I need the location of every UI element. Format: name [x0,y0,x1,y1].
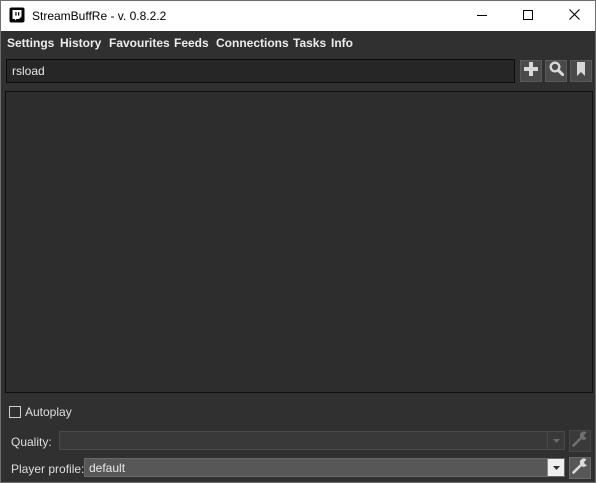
search-input[interactable] [6,59,515,83]
autoplay-label[interactable]: Autoplay [25,405,72,419]
minimize-button[interactable] [459,1,505,31]
title-bar[interactable]: StreamBuffRe - v. 0.8.2.2 [1,1,595,31]
close-icon [568,7,580,25]
menu-settings[interactable]: Settings [7,36,54,50]
close-button[interactable] [551,1,596,31]
player-profile-settings-button[interactable] [569,457,591,479]
quality-settings-button[interactable] [569,430,591,452]
wrench-icon [572,458,588,479]
app-window: StreamBuffRe - v. 0.8.2.2 Settings Histo… [0,0,596,483]
add-button[interactable] [520,60,542,82]
player-profile-value: default [89,461,126,475]
menu-bar: Settings History Favourites Feeds Connec… [1,31,595,55]
menu-info[interactable]: Info [331,36,353,50]
wrench-icon [572,431,588,452]
menu-tasks[interactable]: Tasks [293,36,326,50]
results-list[interactable] [5,91,593,393]
maximize-icon [523,7,533,25]
window-title: StreamBuffRe - v. 0.8.2.2 [32,9,167,23]
menu-feeds[interactable]: Feeds [174,36,209,50]
maximize-button[interactable] [505,1,551,31]
menu-history[interactable]: History [60,36,101,50]
search-button[interactable] [545,60,567,82]
menu-favourites[interactable]: Favourites [109,36,170,50]
bookmark-icon [576,61,586,81]
minimize-icon [477,7,487,25]
bookmark-button[interactable] [570,60,592,82]
magnifier-icon [548,61,564,81]
quality-select[interactable] [59,431,565,450]
twitch-glyph-icon [9,7,25,23]
chevron-down-icon [547,432,564,449]
player-profile-select[interactable]: default [84,458,565,477]
autoplay-checkbox[interactable] [9,406,21,418]
quality-label: Quality: [11,435,52,449]
plus-icon [524,61,538,81]
player-profile-label: Player profile: [11,462,85,476]
chevron-down-icon [547,459,564,476]
menu-connections[interactable]: Connections [216,36,289,50]
